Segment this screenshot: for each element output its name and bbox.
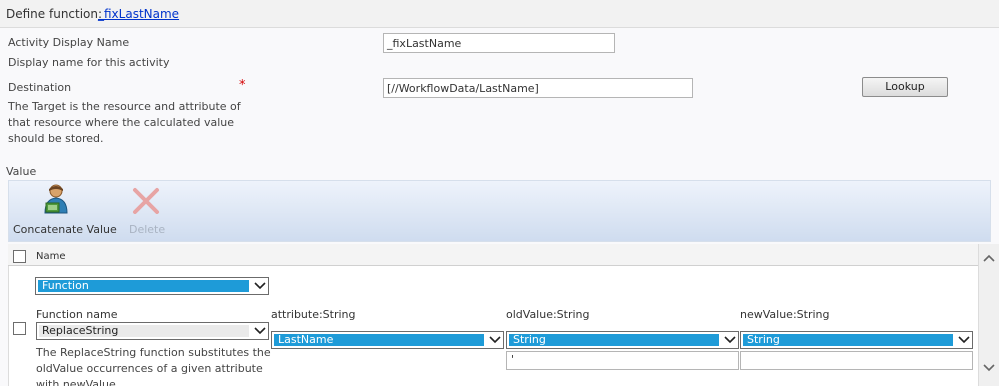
function-name-link[interactable]: _fixLastName xyxy=(98,7,179,21)
required-marker: * xyxy=(239,78,246,93)
function-name-selected: ReplaceString xyxy=(39,325,249,337)
param-attribute-selected: LastName xyxy=(274,334,484,346)
grid-scrollbar[interactable] xyxy=(978,244,999,386)
grid-header xyxy=(8,244,978,266)
delete-button[interactable] xyxy=(131,186,161,214)
row-checkbox[interactable] xyxy=(13,322,26,335)
chevron-down-icon xyxy=(251,323,268,339)
destination-hint-line2: that resource where the calculated value xyxy=(8,116,235,129)
function-name-select[interactable]: ReplaceString xyxy=(36,322,269,340)
function-name-label: Function name xyxy=(36,308,118,321)
param-oldvalue-selected: String xyxy=(509,334,719,346)
value-type-select[interactable]: Function xyxy=(35,277,269,295)
user-add-icon xyxy=(44,184,68,214)
function-description-line3: with newValue. xyxy=(36,378,120,386)
destination-hint-line3: should be stored. xyxy=(8,132,104,145)
select-all-checkbox[interactable] xyxy=(13,250,26,263)
activity-display-name-label: Activity Display Name xyxy=(8,36,130,49)
name-column-header: Name xyxy=(36,251,66,262)
value-section-label: Value xyxy=(6,165,37,178)
activity-display-name-input[interactable]: _fixLastName xyxy=(383,33,615,53)
destination-hint-line1: The Target is the resource and attribute… xyxy=(8,100,241,113)
function-description-line2: oldValue occurrences of a given attribut… xyxy=(36,362,263,375)
scroll-up-icon[interactable] xyxy=(983,252,995,265)
destination-input[interactable]: [//WorkflowData/LastName] xyxy=(383,78,693,98)
param-newvalue-label: newValue:String xyxy=(740,308,830,321)
param-attribute-select[interactable]: LastName xyxy=(271,331,504,349)
param-oldvalue-select[interactable]: String xyxy=(506,331,739,349)
concatenate-value-label[interactable]: Concatenate Value xyxy=(13,222,117,237)
concatenate-value-button[interactable] xyxy=(42,183,72,215)
chevron-down-icon xyxy=(486,332,503,348)
param-newvalue-input[interactable] xyxy=(740,351,973,370)
chevron-down-icon xyxy=(251,278,268,294)
delete-x-icon xyxy=(133,188,159,214)
lookup-button[interactable]: Lookup xyxy=(862,77,948,97)
chevron-down-icon xyxy=(955,332,972,348)
delete-label: Delete xyxy=(129,223,166,236)
function-description-line1: The ReplaceString function substitutes t… xyxy=(36,346,271,359)
param-attribute-label: attribute:String xyxy=(271,308,356,321)
define-function-label: Define function: xyxy=(6,7,103,21)
value-type-selected: Function xyxy=(38,280,249,292)
param-oldvalue-label: oldValue:String xyxy=(506,308,590,321)
chevron-down-icon xyxy=(721,332,738,348)
param-newvalue-selected: String xyxy=(743,334,953,346)
activity-display-name-hint: Display name for this activity xyxy=(8,56,170,69)
destination-label: Destination xyxy=(8,81,72,94)
define-function-header: Define function: _fixLastName xyxy=(0,0,999,28)
param-oldvalue-input[interactable]: ' xyxy=(506,351,739,370)
param-newvalue-select[interactable]: String xyxy=(740,331,973,349)
scroll-down-icon[interactable] xyxy=(983,362,995,375)
